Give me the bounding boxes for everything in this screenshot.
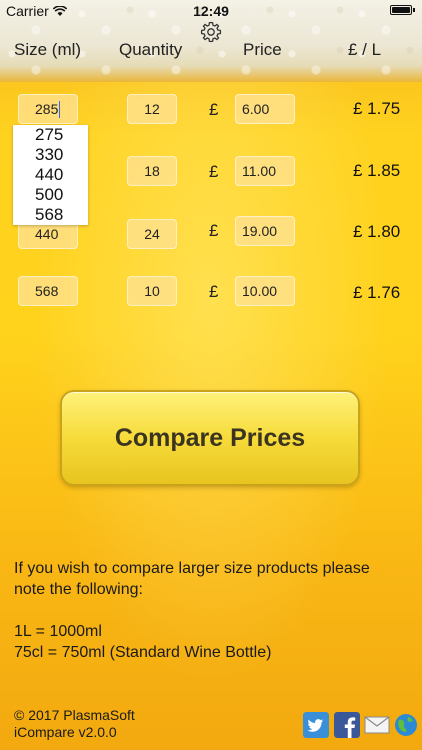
version-text: iCompare v2.0.0: [14, 724, 117, 740]
size-value-row-1: 285: [35, 101, 59, 117]
per-litre-row-4: £ 1.76: [353, 283, 401, 302]
size-options-dropdown[interactable]: 275 330 440 500 568: [13, 125, 88, 225]
battery-icon: [390, 5, 415, 15]
email-icon[interactable]: [364, 712, 390, 738]
per-litre-row-2: £ 1.85: [353, 161, 401, 180]
info-line-4: 75cl = 750ml (Standard Wine Bottle): [14, 644, 272, 661]
size-option-568[interactable]: 568: [13, 205, 88, 225]
size-option-440[interactable]: 440: [13, 165, 88, 185]
price-field-row-2[interactable]: 11.00: [235, 156, 295, 186]
quantity-header: Quantity: [119, 40, 183, 59]
status-bar: Carrier 12:49: [0, 0, 422, 22]
text-cursor: [59, 100, 61, 118]
currency-symbol-row-2: £: [209, 162, 219, 181]
size-option-275[interactable]: 275: [13, 125, 88, 145]
gear-icon[interactable]: [199, 20, 223, 44]
size-field-row-1[interactable]: 285: [18, 94, 78, 124]
currency-symbol-row-3: £: [209, 221, 219, 240]
size-field-row-4[interactable]: 568: [18, 276, 78, 306]
info-line-1: If you wish to compare larger size produ…: [14, 560, 370, 577]
globe-icon[interactable]: [393, 712, 419, 738]
size-header: Size (ml): [14, 40, 82, 59]
quantity-field-row-1[interactable]: 12: [127, 94, 177, 124]
size-value-row-3: 440: [35, 226, 59, 242]
per-litre-row-3: £ 1.80: [353, 222, 401, 241]
info-line-3: 1L = 1000ml: [14, 623, 102, 640]
info-line-2: note the following:: [14, 581, 143, 598]
copyright-text: © 2017 PlasmaSoft: [14, 707, 135, 723]
status-time: 12:49: [193, 3, 229, 19]
facebook-icon[interactable]: [334, 712, 360, 738]
quantity-field-row-2[interactable]: 18: [127, 156, 177, 186]
price-field-row-4[interactable]: 10.00: [235, 276, 295, 306]
quantity-field-row-3[interactable]: 24: [127, 219, 177, 249]
per-litre-row-1: £ 1.75: [353, 99, 401, 118]
size-option-330[interactable]: 330: [13, 145, 88, 165]
price-field-row-3[interactable]: 19.00: [235, 216, 295, 246]
compare-prices-button[interactable]: Compare Prices: [60, 390, 360, 486]
price-header: Price: [243, 40, 282, 59]
per-litre-header: £ / L: [348, 40, 382, 59]
twitter-icon[interactable]: [303, 712, 329, 738]
currency-symbol-row-4: £: [209, 282, 219, 301]
quantity-field-row-4[interactable]: 10: [127, 276, 177, 306]
currency-symbol-row-1: £: [209, 100, 219, 119]
price-field-row-1[interactable]: 6.00: [235, 94, 295, 124]
size-option-500[interactable]: 500: [13, 185, 88, 205]
size-value-row-4: 568: [35, 283, 59, 299]
